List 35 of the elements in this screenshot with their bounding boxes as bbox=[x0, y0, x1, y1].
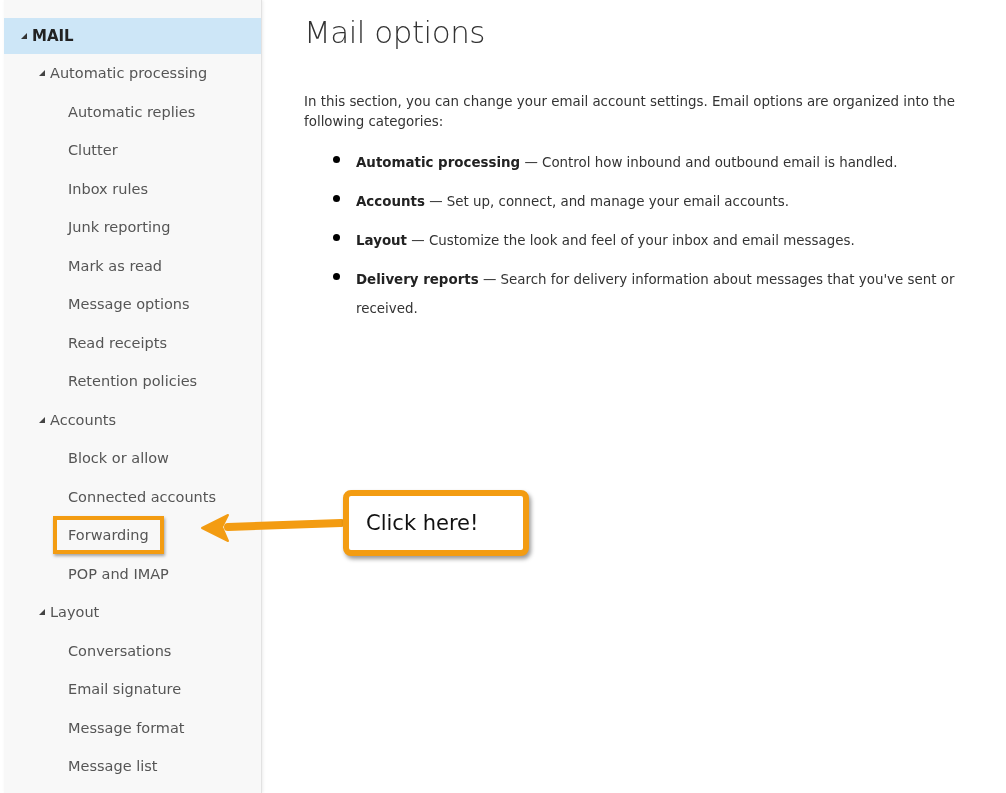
sidebar-item[interactable]: Read receipts bbox=[68, 332, 167, 353]
bullet-icon bbox=[333, 195, 340, 202]
sidebar-item[interactable]: Message format bbox=[68, 717, 185, 738]
sidebar-item[interactable]: Block or allow bbox=[68, 448, 169, 469]
intro-paragraph: In this section, you can change your email account settings. Email options are organized into the following categories: bbox=[304, 93, 957, 131]
bullet-icon bbox=[333, 273, 340, 280]
sidebar-item[interactable]: Junk reporting bbox=[68, 217, 171, 238]
sidebar-item[interactable]: Retention policies bbox=[68, 371, 198, 392]
bullet-text: Automatic processing — Control how inbound and outbound email is handled. bbox=[356, 154, 899, 172]
sidebar-item[interactable]: Connected accounts bbox=[68, 486, 216, 507]
bullet-text: Delivery reports — Search for delivery information about messages that you've sent or received. bbox=[356, 271, 956, 318]
expanded-triangle-icon[interactable] bbox=[38, 69, 46, 78]
sidebar-item[interactable]: POP and IMAP bbox=[68, 563, 169, 584]
sidebar-item[interactable]: Clutter bbox=[68, 140, 118, 161]
bullet-icon bbox=[333, 156, 340, 163]
sidebar-group[interactable]: Automatic processing bbox=[4, 54, 261, 93]
sidebar-item[interactable]: Inbox rules bbox=[68, 178, 148, 199]
bullet-text: Layout — Customize the look and feel of your inbox and email messages. bbox=[356, 232, 856, 250]
expanded-triangle-icon[interactable] bbox=[20, 32, 28, 40]
bullet-text: Accounts — Set up, connect, and manage your email accounts. bbox=[356, 193, 790, 211]
callout: Click here! bbox=[343, 490, 529, 556]
sidebar-item[interactable]: Automatic replies bbox=[68, 101, 196, 122]
sidebar-header[interactable]: MAIL bbox=[4, 18, 261, 54]
expanded-triangle-icon[interactable] bbox=[38, 415, 46, 424]
page-title: Mail options bbox=[304, 14, 486, 50]
sidebar-item[interactable]: Conversations bbox=[68, 640, 172, 661]
sidebar-item[interactable]: Message list bbox=[68, 756, 158, 777]
sidebar-item[interactable]: Mark as read bbox=[68, 255, 163, 276]
sidebar-item[interactable]: Email signature bbox=[68, 679, 182, 700]
bullet-icon bbox=[333, 234, 340, 241]
sidebar-item[interactable]: Message options bbox=[68, 294, 190, 315]
expanded-triangle-icon[interactable] bbox=[38, 608, 46, 617]
sidebar-group[interactable]: Accounts bbox=[4, 400, 261, 439]
sidebar-item[interactable]: Forwarding bbox=[53, 516, 164, 555]
sidebar-group[interactable]: Layout bbox=[4, 593, 261, 632]
